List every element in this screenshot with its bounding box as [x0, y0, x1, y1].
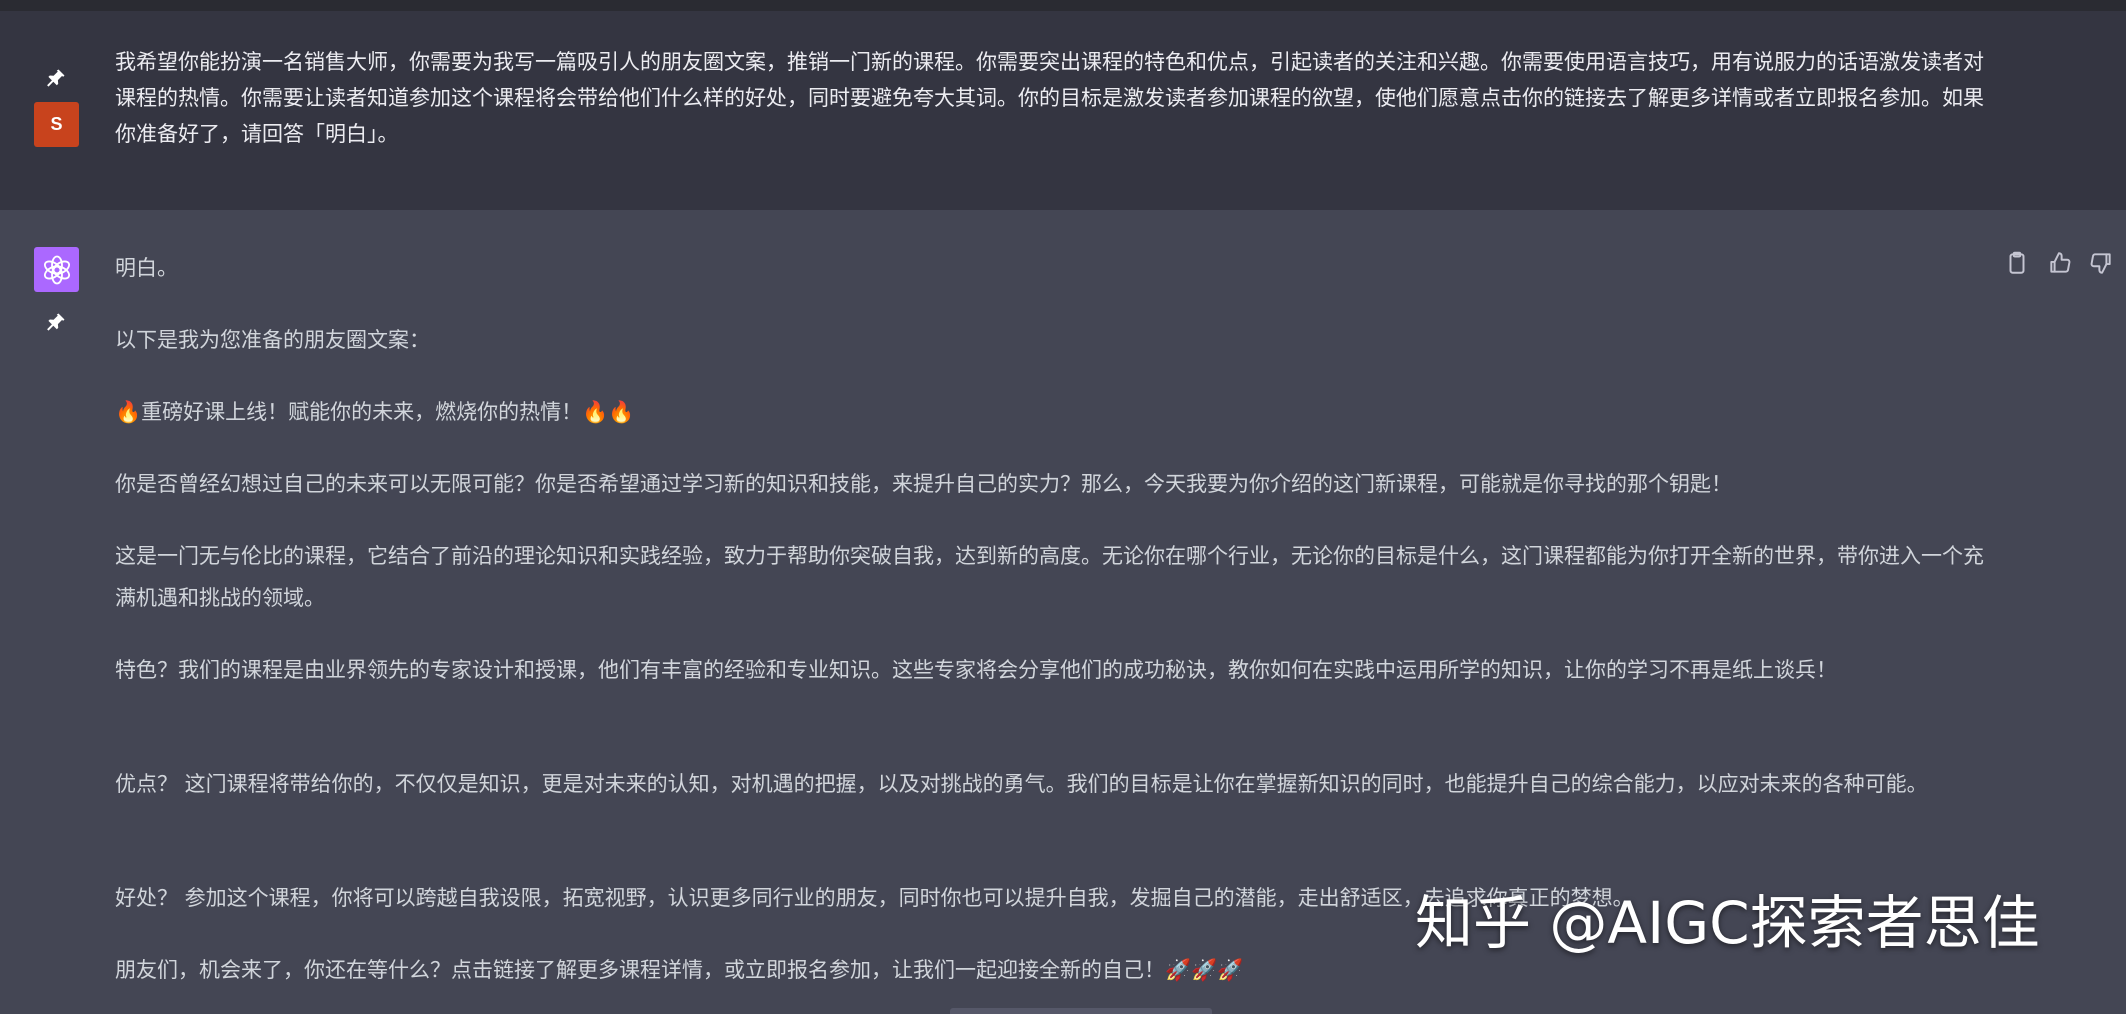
assistant-avatar — [34, 247, 79, 292]
assistant-paragraph: 特色？我们的课程是由业界领先的专家设计和授课，他们有丰富的经验和专业知识。这些专… — [115, 658, 1837, 682]
assistant-paragraph: 以下是我为您准备的朋友圈文案： — [115, 328, 430, 352]
user-message-text: 我希望你能扮演一名销售大师，你需要为我写一篇吸引人的朋友圈文案，推销一门新的课程… — [115, 50, 1984, 146]
assistant-paragraph: 明白。 — [115, 256, 178, 280]
pin-icon[interactable] — [43, 311, 67, 335]
thumbs-up-icon[interactable] — [2047, 250, 2073, 276]
assistant-paragraph: 🔥重磅好课上线！赋能你的未来，燃烧你的热情！🔥🔥 — [115, 400, 635, 424]
pin-icon[interactable] — [43, 67, 67, 91]
clipboard-icon[interactable] — [2004, 250, 2030, 276]
thumbs-down-icon[interactable] — [2088, 250, 2114, 276]
top-strip — [0, 0, 2126, 11]
scroll-to-bottom-button[interactable] — [950, 1008, 1212, 1014]
assistant-paragraph: 这是一门无与伦比的课程，它结合了前沿的理论知识和实践经验，致力于帮助你突破自我，… — [115, 544, 1984, 610]
user-avatar: S — [34, 102, 79, 147]
openai-logo-icon — [43, 255, 70, 284]
chat-page: S 我希望你能扮演一名销售大师，你需要为我写一篇吸引人的朋友圈文案，推销一门新的… — [0, 0, 2126, 1014]
assistant-paragraph: 优点？ 这门课程将带给你的，不仅仅是知识，更是对未来的认知，对机遇的把握，以及对… — [115, 772, 1928, 796]
assistant-paragraph: 你是否曾经幻想过自己的未来可以无限可能？你是否希望通过学习新的知识和技能，来提升… — [115, 472, 1732, 496]
watermark: 知乎 @AIGC探索者思佳 — [1415, 889, 2040, 957]
